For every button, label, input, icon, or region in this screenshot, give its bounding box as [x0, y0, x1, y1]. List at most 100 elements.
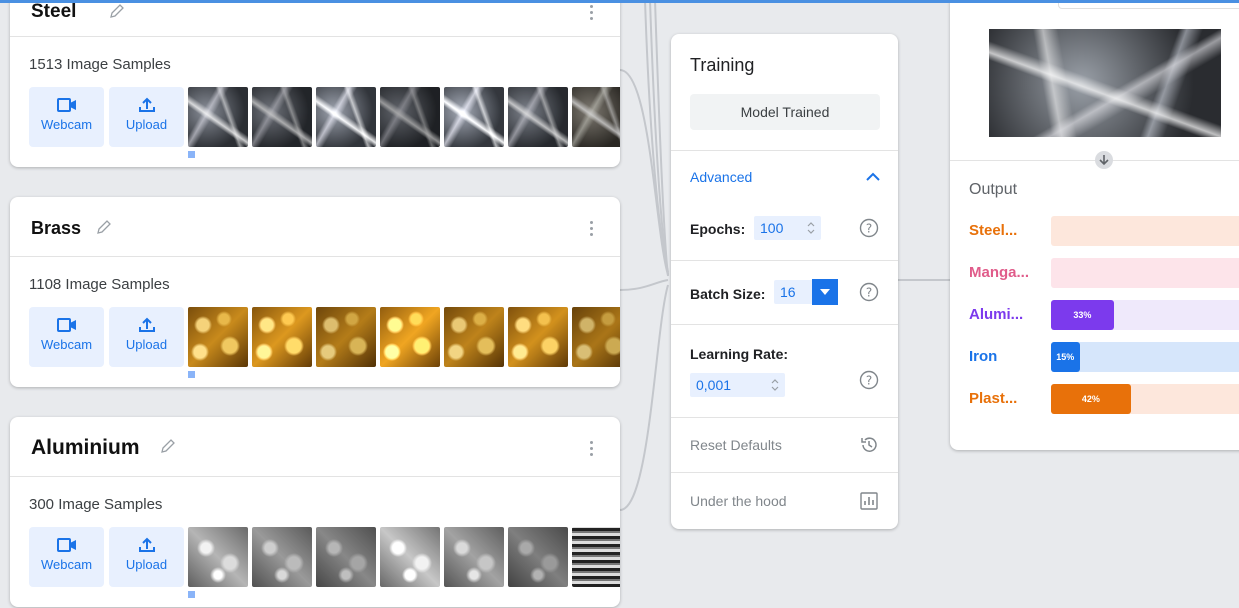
- class-name[interactable]: Brass: [31, 218, 81, 239]
- output-label: Alumi...: [969, 306, 1024, 323]
- class-card-steel: Steel 1513 Image Samples Webcam Upload: [10, 0, 620, 167]
- chevron-up-icon[interactable]: [865, 172, 881, 182]
- sample-thumbnail[interactable]: [572, 307, 620, 367]
- webcam-icon: [56, 538, 76, 552]
- webcam-label: Webcam: [40, 117, 93, 132]
- divider: [671, 472, 898, 473]
- help-circle-icon[interactable]: ?: [859, 218, 879, 238]
- output-label: Manga...: [969, 264, 1030, 281]
- chevron-down-icon[interactable]: [812, 279, 838, 305]
- divider: [671, 150, 898, 151]
- sample-thumbnail[interactable]: [380, 527, 440, 587]
- webcam-icon: [56, 98, 76, 112]
- history-icon[interactable]: [859, 435, 879, 455]
- scroll-marker: [188, 371, 195, 378]
- webcam-button[interactable]: Webcam: [29, 307, 104, 367]
- sample-thumbnail[interactable]: [252, 307, 312, 367]
- batch-size-value: 16: [780, 284, 796, 300]
- confidence-bar: 42%: [1051, 384, 1239, 414]
- spinner-icon[interactable]: [771, 377, 779, 393]
- sample-thumbnail[interactable]: [316, 527, 376, 587]
- svg-text:?: ?: [866, 286, 872, 300]
- divider: [671, 324, 898, 325]
- divider: [671, 260, 898, 261]
- kebab-menu-icon[interactable]: [590, 441, 594, 457]
- sample-thumbnail[interactable]: [380, 87, 440, 147]
- class-card-brass: Brass 1108 Image Samples Webcam Upload: [10, 197, 620, 387]
- confidence-bar: 33%: [1051, 300, 1239, 330]
- card-header: Aluminium: [10, 417, 620, 477]
- model-trained-button[interactable]: Model Trained: [690, 94, 880, 130]
- upload-label: Upload: [125, 337, 168, 352]
- sample-thumbnails[interactable]: [188, 307, 620, 367]
- help-circle-icon[interactable]: ?: [859, 282, 879, 302]
- sample-thumbnail[interactable]: [508, 87, 568, 147]
- sample-thumbnail[interactable]: [316, 307, 376, 367]
- webcam-button[interactable]: Webcam: [29, 87, 104, 147]
- arrow-down-icon: [1095, 151, 1113, 169]
- sample-thumbnails[interactable]: [188, 527, 620, 587]
- under-the-hood-button[interactable]: Under the hood: [690, 493, 787, 509]
- upload-button[interactable]: Upload: [109, 527, 184, 587]
- advanced-toggle[interactable]: Advanced: [690, 169, 752, 185]
- kebab-menu-icon[interactable]: [590, 221, 594, 237]
- sample-count: 1108 Image Samples: [29, 276, 170, 293]
- webcam-button[interactable]: Webcam: [29, 527, 104, 587]
- sample-thumbnail[interactable]: [188, 527, 248, 587]
- card-header: Brass: [10, 197, 620, 257]
- learning-rate-label: Learning Rate:: [690, 346, 789, 362]
- webcam-icon: [56, 318, 76, 332]
- epochs-input[interactable]: 100: [754, 216, 821, 240]
- sample-thumbnail[interactable]: [188, 307, 248, 367]
- upload-label: Upload: [125, 557, 168, 572]
- upload-label: Upload: [125, 117, 168, 132]
- top-accent-bar: [0, 0, 1239, 3]
- upload-icon: [138, 537, 155, 552]
- confidence-fill: 42%: [1051, 384, 1131, 414]
- pencil-icon[interactable]: [94, 217, 114, 237]
- sample-thumbnail[interactable]: [316, 87, 376, 147]
- preview-panel: Output Steel... Manga... Alumi... 33% Iron 15…: [950, 0, 1239, 450]
- class-name[interactable]: Steel: [31, 1, 76, 23]
- sample-thumbnail[interactable]: [572, 87, 620, 147]
- spinner-icon[interactable]: [807, 220, 815, 236]
- scroll-marker: [188, 151, 195, 158]
- svg-text:?: ?: [866, 222, 872, 236]
- help-circle-icon[interactable]: ?: [859, 370, 879, 390]
- card-header: Steel: [10, 0, 620, 37]
- sample-thumbnail[interactable]: [252, 527, 312, 587]
- reset-defaults-button[interactable]: Reset Defaults: [690, 437, 782, 453]
- sample-thumbnail[interactable]: [444, 527, 504, 587]
- learning-rate-input[interactable]: 0,001: [690, 373, 785, 397]
- pencil-icon[interactable]: [158, 436, 178, 456]
- output-label: Iron: [969, 348, 998, 365]
- upload-icon: [138, 97, 155, 112]
- sample-thumbnail[interactable]: [380, 307, 440, 367]
- sample-thumbnail[interactable]: [188, 87, 248, 147]
- sample-thumbnail[interactable]: [444, 87, 504, 147]
- webcam-label: Webcam: [40, 557, 93, 572]
- sample-thumbnail[interactable]: [252, 87, 312, 147]
- class-card-aluminium: Aluminium 300 Image Samples Webcam Uploa…: [10, 417, 620, 607]
- sample-thumbnails[interactable]: [188, 87, 620, 147]
- svg-text:?: ?: [866, 374, 872, 388]
- upload-button[interactable]: Upload: [109, 87, 184, 147]
- class-name[interactable]: Aluminium: [31, 436, 140, 460]
- sample-thumbnail[interactable]: [444, 307, 504, 367]
- learning-rate-value: 0,001: [696, 377, 732, 393]
- sample-thumbnail[interactable]: [508, 307, 568, 367]
- divider: [671, 417, 898, 418]
- batch-size-label: Batch Size:: [690, 286, 766, 302]
- kebab-menu-icon[interactable]: [590, 5, 594, 21]
- upload-icon: [138, 317, 155, 332]
- sample-thumbnail[interactable]: [508, 527, 568, 587]
- output-title: Output: [969, 181, 1018, 198]
- upload-button[interactable]: Upload: [109, 307, 184, 367]
- preview-image: [989, 29, 1221, 137]
- confidence-fill: 15%: [1051, 342, 1080, 372]
- sample-thumbnail[interactable]: [572, 527, 620, 587]
- sample-count: 1513 Image Samples: [29, 56, 171, 73]
- confidence-fill: 33%: [1051, 300, 1114, 330]
- bar-chart-icon[interactable]: [859, 491, 879, 511]
- pencil-icon[interactable]: [107, 1, 127, 21]
